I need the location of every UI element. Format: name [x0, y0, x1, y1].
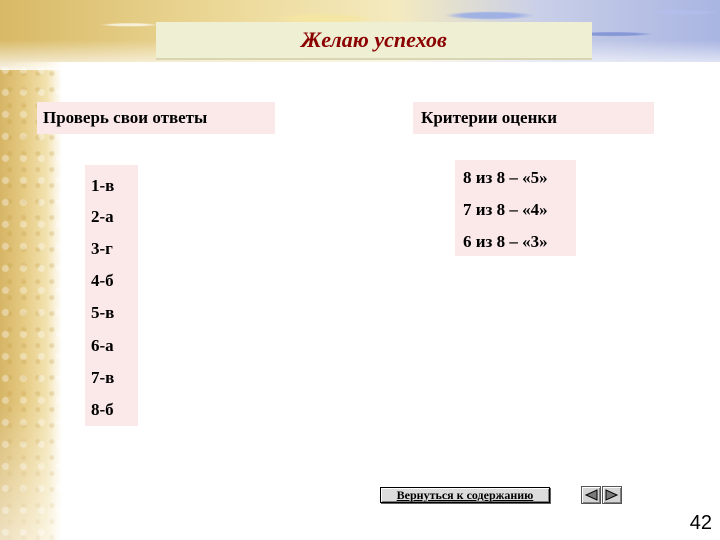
- criteria-item: 7 из 8 – «4»: [463, 200, 548, 219]
- back-to-contents-button[interactable]: Вернуться к содержанию: [380, 487, 550, 503]
- next-slide-button[interactable]: [602, 486, 622, 504]
- answer-item: 2-а: [91, 207, 114, 226]
- right-arrow-icon: [605, 489, 619, 501]
- page-number: 42: [689, 512, 712, 534]
- answer-item: 8-б: [91, 400, 114, 419]
- slide-title: Желаю успехов: [156, 22, 592, 60]
- answer-item: 3-г: [91, 239, 113, 258]
- criteria-item: 6 из 8 – «3»: [463, 232, 548, 251]
- answer-item: 5-в: [91, 303, 115, 322]
- answers-header: Проверь свои ответы: [37, 102, 275, 134]
- criteria-list: 8 из 8 – «5» 7 из 8 – «4» 6 из 8 – «3»: [455, 160, 576, 256]
- criteria-item: 8 из 8 – «5»: [463, 168, 548, 187]
- left-arrow-icon: [584, 489, 598, 501]
- background-fade-left: [0, 400, 62, 540]
- answers-list: 1-в 2-а 3-г 4-б 5-в 6-а 7-в 8-б: [85, 165, 138, 426]
- answer-item: 4-б: [91, 271, 114, 290]
- prev-slide-button[interactable]: [581, 486, 601, 504]
- answer-item: 7-в: [91, 368, 115, 387]
- answer-item: 6-а: [91, 336, 114, 355]
- answer-item: 1-в: [91, 176, 115, 195]
- criteria-header: Критерии оценки: [413, 102, 654, 134]
